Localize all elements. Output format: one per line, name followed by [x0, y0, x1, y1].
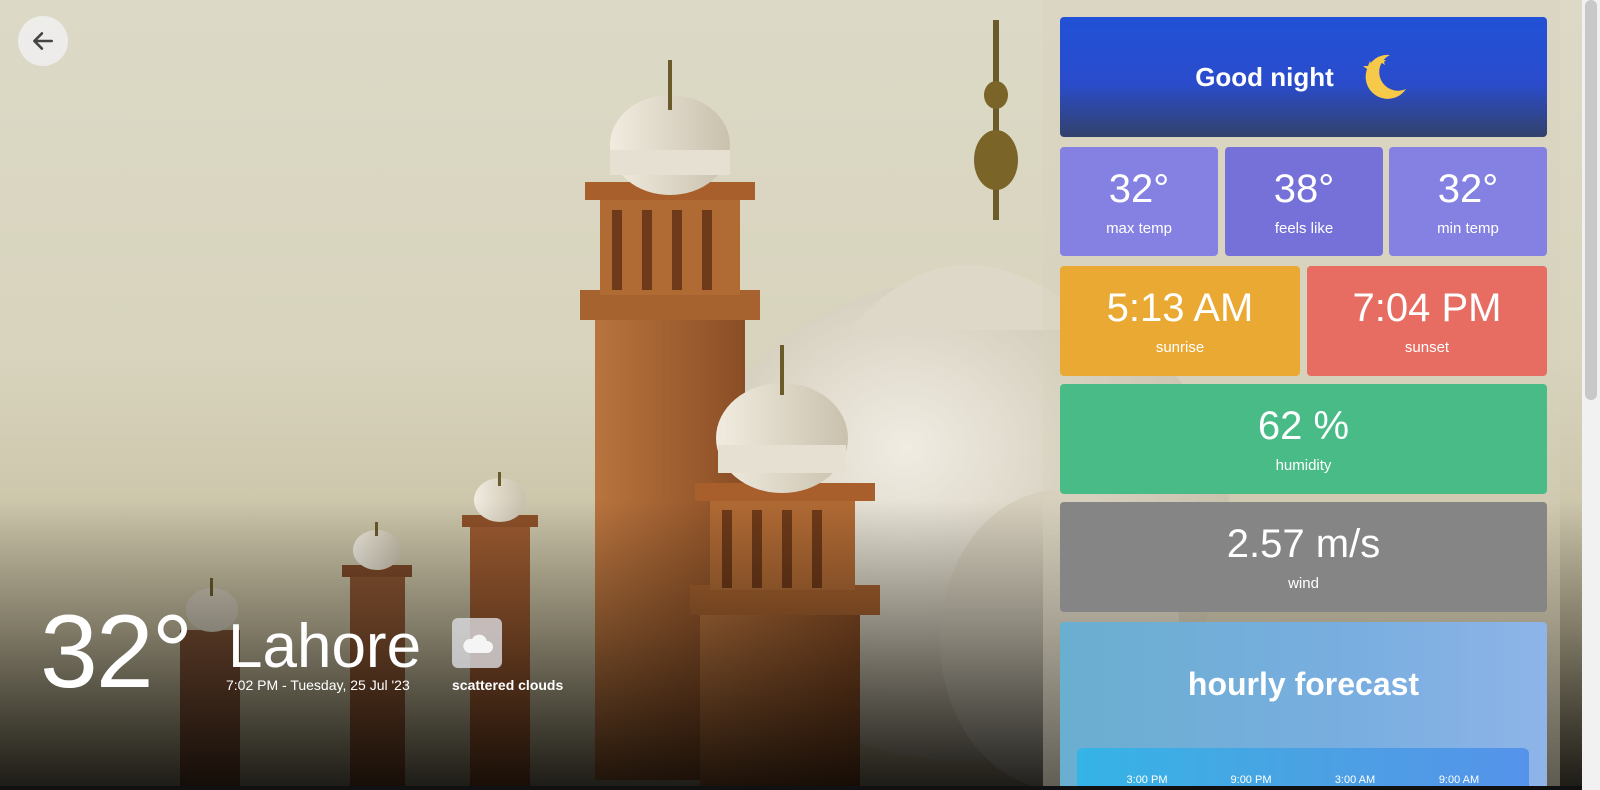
sunrise-card: 5:13 AM sunrise: [1060, 266, 1300, 376]
moon-stars-icon: [1362, 54, 1406, 99]
sunset-value: 7:04 PM: [1352, 286, 1502, 330]
bottom-divider: [0, 786, 1582, 790]
max-temp-card: 32° max temp: [1060, 147, 1218, 256]
wind-value: 2.57 m/s: [1226, 522, 1381, 566]
wind-label: wind: [1288, 575, 1319, 592]
humidity-value: 62 %: [1257, 404, 1350, 448]
arrow-left-icon: [33, 32, 53, 50]
max-temp-value: 32°: [1108, 166, 1170, 211]
sunset-card: 7:04 PM sunset: [1307, 266, 1547, 376]
page-scrollbar[interactable]: [1582, 0, 1600, 790]
greeting-text: Good night: [1195, 61, 1334, 92]
humidity-card: 62 % humidity: [1060, 384, 1547, 494]
hour-slot[interactable]: 3:00 AM: [1315, 774, 1395, 786]
feels-like-value: 38°: [1273, 166, 1335, 211]
hourly-forecast-title: hourly forecast: [1187, 666, 1420, 702]
feels-like-card: 38° feels like: [1225, 147, 1383, 256]
hour-slot[interactable]: 9:00 AM: [1419, 774, 1499, 786]
current-temperature: 32°: [40, 594, 193, 710]
min-temp-card: 32° min temp: [1389, 147, 1547, 256]
scrollbar-thumb[interactable]: [1585, 0, 1597, 400]
hourly-forecast-card: hourly forecast 3:00 PM 9:00 PM 3:00 AM …: [1060, 622, 1547, 790]
city-name: Lahore: [228, 612, 422, 681]
current-datetime: 7:02 PM - Tuesday, 25 Jul '23: [226, 677, 410, 693]
min-temp-value: 32°: [1437, 166, 1499, 211]
condition-icon-box: [452, 618, 502, 668]
greeting-card: Good night: [1060, 17, 1547, 137]
wind-card: 2.57 m/s wind: [1060, 502, 1547, 612]
sunrise-value: 5:13 AM: [1106, 286, 1254, 330]
hour-slot[interactable]: 9:00 PM: [1211, 774, 1291, 786]
min-temp-label: min temp: [1437, 219, 1499, 237]
back-button[interactable]: [18, 16, 68, 66]
sunrise-label: sunrise: [1155, 339, 1205, 356]
condition-text: scattered clouds: [452, 677, 564, 693]
feels-like-label: feels like: [1274, 219, 1334, 237]
hourly-forecast-strip[interactable]: 3:00 PM 9:00 PM 3:00 AM 9:00 AM: [1077, 748, 1529, 790]
hour-slot[interactable]: 3:00 PM: [1107, 774, 1187, 786]
sunset-label: sunset: [1404, 339, 1450, 356]
weather-details-panel: Good night 32° max temp 38° feels like 3…: [1043, 0, 1560, 790]
cloud-icon: [463, 634, 493, 653]
max-temp-label: max temp: [1106, 219, 1172, 237]
humidity-label: humidity: [1275, 457, 1332, 474]
